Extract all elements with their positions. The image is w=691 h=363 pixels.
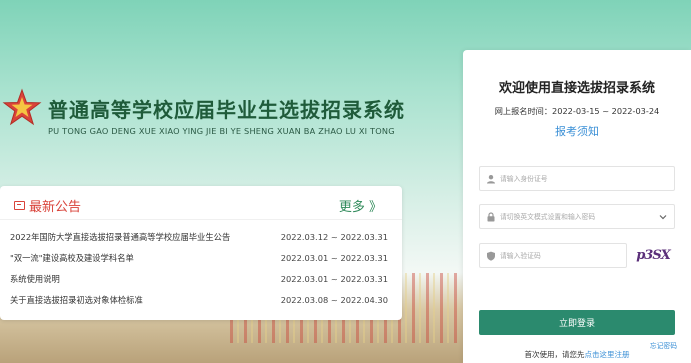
notice-list: 2022年国防大学直接选拔招录普通高等学校应届毕业生公告 2022.03.12 … xyxy=(0,220,402,310)
lock-icon xyxy=(487,212,495,222)
id-number-input[interactable] xyxy=(480,167,674,190)
red-star-emblem-icon xyxy=(2,88,42,126)
register-prefix: 首次使用，请您先 xyxy=(524,350,585,359)
notice-item[interactable]: 系统使用说明 2022.03.01 ~ 2022.03.31 xyxy=(0,268,402,289)
notice-item-title: "双一流"建设高校及建设学科名单 xyxy=(10,252,134,263)
password-input[interactable] xyxy=(480,205,674,228)
notice-item-date: 2022.03.12 ~ 2022.03.31 xyxy=(280,231,388,242)
registration-period: 网上报名时间：2022-03-15 ~ 2022-03-24 xyxy=(494,106,660,116)
more-notices-link[interactable]: 更多 》 xyxy=(339,196,382,215)
notice-item[interactable]: 2022年国防大学直接选拔招录普通高等学校应届毕业生公告 2022.03.12 … xyxy=(0,226,402,247)
login-panel: 欢迎使用直接选拔招录系统 网上报名时间：2022-03-15 ~ 2022-03… xyxy=(463,50,691,363)
system-subtitle-pinyin: PU TONG GAO DENG XUE XIAO YING JIE BI YE… xyxy=(48,126,395,136)
notice-title-label: 最新公告 xyxy=(29,200,82,215)
latest-notice-panel: 最新公告 更多 》 2022年国防大学直接选拔招录普通高等学校应届毕业生公告 2… xyxy=(0,186,402,320)
notice-item-title: 系统使用说明 xyxy=(10,273,60,284)
notice-item-date: 2022.03.01 ~ 2022.03.31 xyxy=(280,252,388,263)
exam-guide-link[interactable]: 报考须知 xyxy=(463,123,691,139)
notice-item[interactable]: 关于直接选拔招录初选对象体检标准 2022.03.08 ~ 2022.04.30 xyxy=(0,289,402,310)
register-hint: 首次使用，请您先点击这里注册 xyxy=(463,349,691,360)
chevron-down-icon[interactable] xyxy=(659,213,667,221)
captcha-field xyxy=(479,243,627,268)
captcha-image[interactable]: p3SX xyxy=(634,243,672,269)
register-link[interactable]: 点击这里注册 xyxy=(585,350,630,359)
id-number-field xyxy=(479,166,675,191)
system-title: 普通高等学校应届毕业生选拔招录系统 xyxy=(48,98,405,122)
notice-icon xyxy=(14,201,25,210)
notice-item[interactable]: "双一流"建设高校及建设学科名单 2022.03.01 ~ 2022.03.31 xyxy=(0,247,402,268)
notice-header: 最新公告 更多 》 xyxy=(0,186,402,220)
notice-item-title: 2022年国防大学直接选拔招录普通高等学校应届毕业生公告 xyxy=(10,231,231,242)
password-field xyxy=(479,204,675,229)
login-button[interactable]: 立即登录 xyxy=(479,310,675,335)
notice-title: 最新公告 xyxy=(14,196,81,215)
notice-item-date: 2022.03.08 ~ 2022.04.30 xyxy=(280,294,388,305)
captcha-input[interactable] xyxy=(480,244,626,267)
notice-item-date: 2022.03.01 ~ 2022.03.31 xyxy=(280,273,388,284)
notice-item-title: 关于直接选拔招录初选对象体检标准 xyxy=(10,294,143,305)
user-icon xyxy=(487,175,495,184)
login-title: 欢迎使用直接选拔招录系统 xyxy=(498,81,655,96)
shield-icon xyxy=(487,251,495,261)
